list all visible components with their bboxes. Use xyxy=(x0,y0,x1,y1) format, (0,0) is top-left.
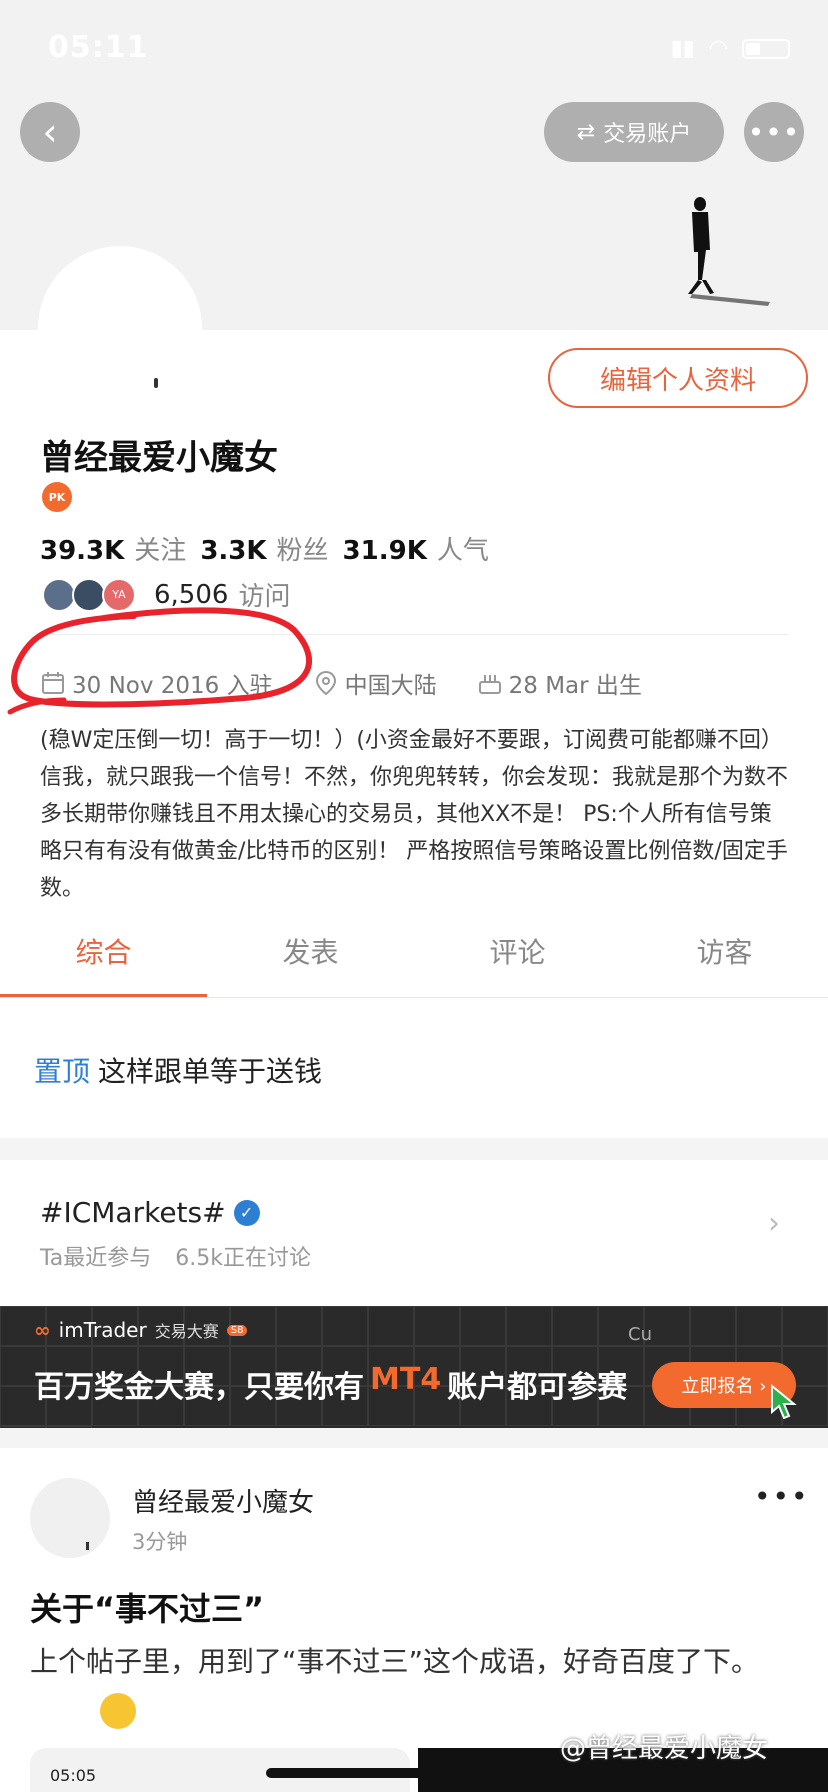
topic-participated: Ta最近参与 xyxy=(40,1246,152,1271)
status-time: 05:11 xyxy=(48,30,149,65)
red-annotation-circle xyxy=(7,607,312,715)
pinned-post[interactable]: 置顶 这样跟单等于送钱 xyxy=(34,1050,322,1090)
battery-icon xyxy=(742,38,790,59)
pinned-tag: 置顶 xyxy=(34,1055,91,1088)
birthday-text: 28 Mar 出生 xyxy=(508,673,642,699)
trading-account-label: 交易账户 xyxy=(603,122,692,147)
profile-avatar[interactable] xyxy=(42,250,198,406)
cover-figure-image xyxy=(688,197,770,306)
thumbnail-time: 05:05 xyxy=(50,1766,97,1785)
tab-visitors[interactable]: 访客 xyxy=(621,908,828,998)
more-button[interactable]: ••• xyxy=(744,102,804,162)
profile-bio: (稳W定压倒一切！高于一切！）(小资金最好不要跟，订阅费可能都赚不回） 信我，就… xyxy=(40,728,789,901)
banner-event: 交易大赛 xyxy=(154,1322,219,1341)
banner-headline-start: 百万奖金大赛，只要你有 xyxy=(34,1370,364,1405)
followers-count[interactable]: 3.3K xyxy=(200,536,266,566)
popularity-label: 人气 xyxy=(436,536,489,566)
more-dots-icon: ••• xyxy=(747,115,801,149)
watermark: @曾经最爱小魔女 xyxy=(560,1734,769,1764)
post-title[interactable]: 关于“事不过三” xyxy=(30,1584,264,1630)
post-body-text: 上个帖子里，用到了“事不过三”这个成语，好奇百度了下。 xyxy=(30,1645,760,1678)
topic-card[interactable]: #ICMarkets# ✓ xyxy=(40,1196,260,1229)
post-more-icon[interactable]: ••• xyxy=(754,1480,810,1513)
home-indicator[interactable] xyxy=(266,1768,562,1778)
avatar-figure xyxy=(86,1542,89,1550)
verified-icon: ✓ xyxy=(233,1199,260,1226)
followers-label: 粉丝 xyxy=(276,536,329,566)
tab-posts[interactable]: 发表 xyxy=(207,908,414,998)
location-text: 中国大陆 xyxy=(344,673,437,699)
tab-comments[interactable]: 评论 xyxy=(414,908,621,998)
topic-meta: Ta最近参与 6.5k正在讨论 xyxy=(40,1240,311,1272)
topic-discussing: 6.5k正在讨论 xyxy=(175,1246,312,1271)
chevron-left-icon: ‹ xyxy=(42,110,58,154)
tab-overview[interactable]: 综合 xyxy=(0,908,207,998)
promo-banner[interactable]: Cu ∞ imTrader 交易大赛 S8 百万奖金大赛，只要你有 MT4 账户… xyxy=(0,1306,828,1428)
back-button[interactable]: ‹ xyxy=(20,102,80,162)
post-author-name[interactable]: 曾经最爱小魔女 xyxy=(132,1482,314,1519)
edit-profile-button[interactable]: 编辑个人资料 xyxy=(548,348,808,408)
cursor-pointer-icon xyxy=(771,1384,797,1420)
banner-headline-end: 账户都可参赛 xyxy=(447,1370,628,1405)
banner-headline-highlight: MT4 xyxy=(370,1362,442,1397)
signal-icon: ▮▮ xyxy=(670,36,695,61)
post-body[interactable]: 上个帖子里，用到了“事不过三”这个成语，好奇百度了下。 xyxy=(30,1638,770,1734)
post-time: 3分钟 xyxy=(132,1530,188,1554)
popularity-count: 31.9K xyxy=(342,536,427,566)
imtrader-logo-icon: ∞ xyxy=(34,1318,51,1342)
trading-account-button[interactable]: ⇄ 交易账户 xyxy=(544,102,724,162)
profile-name: 曾经最爱小魔女 xyxy=(40,438,278,478)
pk-badge-icon[interactable]: PK xyxy=(42,482,72,512)
profile-tabs: 综合 发表 评论 访客 xyxy=(0,908,828,998)
banner-season: S8 xyxy=(226,1324,248,1336)
swap-arrows-icon: ⇄ xyxy=(576,119,596,145)
pinned-title: 这样跟单等于送钱 xyxy=(98,1055,323,1088)
topic-title: #ICMarkets# xyxy=(40,1196,226,1229)
birthday-cake-icon xyxy=(478,675,501,694)
section-gap xyxy=(0,1138,828,1160)
banner-headline: 百万奖金大赛，只要你有 MT4 账户都可参赛 xyxy=(34,1362,627,1406)
profile-stats: 39.3K 关注 3.3K 粉丝 31.9K 人气 xyxy=(40,530,493,567)
banner-brand: ∞ imTrader 交易大赛 S8 xyxy=(34,1318,248,1342)
tabs-divider xyxy=(0,997,828,998)
following-label: 关注 xyxy=(134,536,187,566)
post-author-avatar[interactable] xyxy=(30,1478,110,1558)
following-count[interactable]: 39.3K xyxy=(40,536,124,566)
laughing-emoji-icon xyxy=(100,1693,136,1729)
banner-tile-text: Cu xyxy=(628,1324,652,1345)
section-gap xyxy=(0,1428,828,1448)
avatar-figure xyxy=(154,378,158,388)
wifi-icon: ◠ xyxy=(708,36,728,61)
status-icons: ▮▮ ◠ xyxy=(671,36,790,61)
banner-brand-name: imTrader xyxy=(58,1318,147,1342)
chevron-right-icon[interactable]: › xyxy=(768,1206,780,1241)
